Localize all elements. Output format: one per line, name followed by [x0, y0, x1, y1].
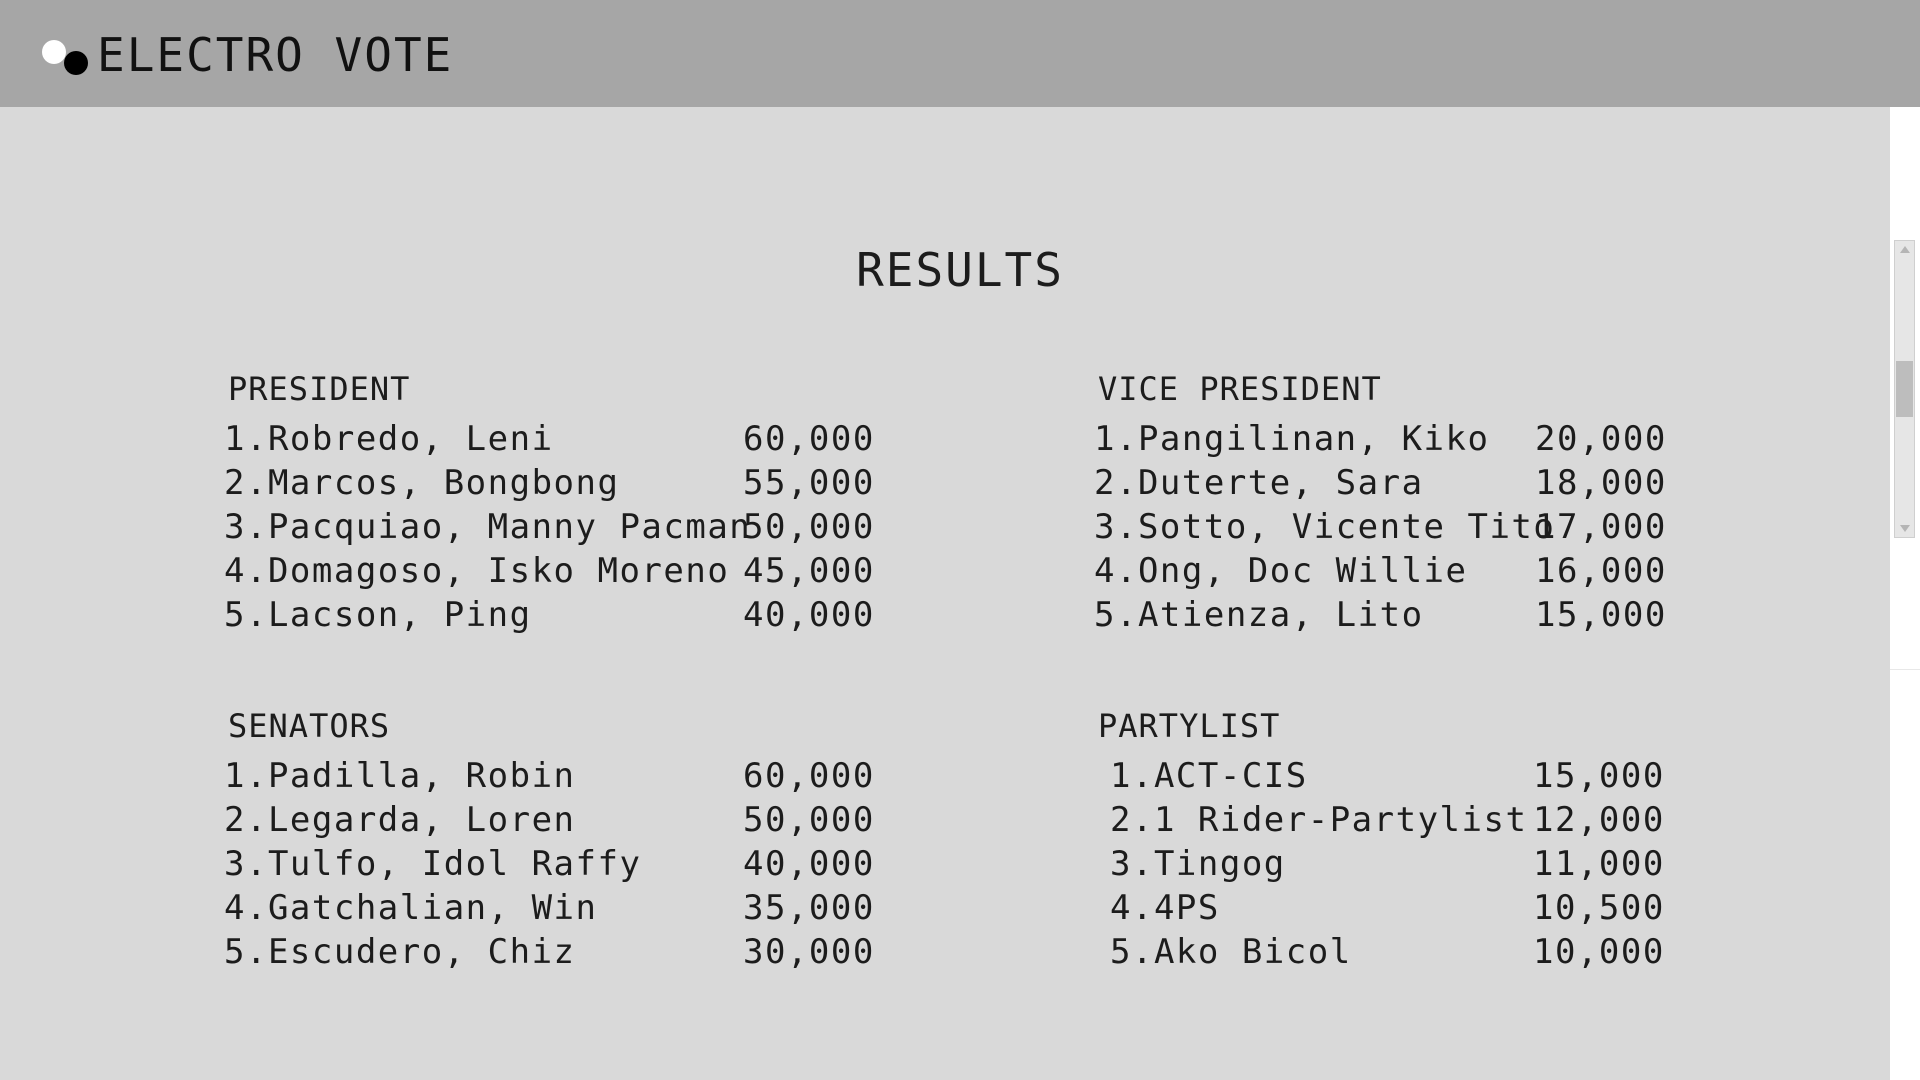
- candidate-name: 1.Pangilinan, Kiko: [1094, 419, 1490, 459]
- vote-count: 45,000: [743, 551, 875, 591]
- brand-title[interactable]: ELECTRO VOTE: [97, 25, 453, 85]
- vote-count: 10,000: [1533, 932, 1665, 972]
- result-row: 1.Pangilinan, Kiko 20,000: [1094, 417, 1794, 461]
- vice-president-results: VICE PRESIDENT 1.Pangilinan, Kiko 20,000 …: [1094, 369, 1794, 637]
- result-row: 4.Gatchalian, Win 35,000: [224, 886, 924, 930]
- vote-count: 40,000: [743, 595, 875, 635]
- vote-count: 18,000: [1535, 463, 1667, 503]
- vote-count: 50,000: [743, 800, 875, 840]
- result-row: 1.ACT-CIS 15,000: [1094, 754, 1794, 798]
- black-dot: [64, 51, 88, 75]
- result-row: 3.Sotto, Vicente Tito 17,000: [1094, 505, 1794, 549]
- section-title: PARTYLIST: [1098, 707, 1281, 745]
- partylist-name: 3.Tingog: [1110, 844, 1286, 884]
- result-row: 2.Marcos, Bongbong 55,000: [224, 461, 924, 505]
- candidate-name: 4.Domagoso, Isko Moreno: [224, 551, 730, 591]
- vote-count: 17,000: [1535, 507, 1667, 547]
- partylist-name: 5.Ako Bicol: [1110, 932, 1352, 972]
- result-row: 3.Tulfo, Idol Raffy 40,000: [224, 842, 924, 886]
- candidate-name: 5.Atienza, Lito: [1094, 595, 1424, 635]
- candidate-name: 2.Marcos, Bongbong: [224, 463, 620, 503]
- result-row: 5.Ako Bicol 10,000: [1094, 930, 1794, 974]
- vote-count: 30,000: [743, 932, 875, 972]
- section-title: SENATORS: [228, 707, 391, 745]
- candidate-name: 3.Pacquiao, Manny Pacman: [224, 507, 752, 547]
- vote-count: 15,000: [1533, 756, 1665, 796]
- vote-count: 12,000: [1533, 800, 1665, 840]
- candidate-name: 2.Duterte, Sara: [1094, 463, 1424, 503]
- two-dots-logo-icon[interactable]: [40, 38, 90, 78]
- candidate-name: 4.Gatchalian, Win: [224, 888, 598, 928]
- result-row: 2.Duterte, Sara 18,000: [1094, 461, 1794, 505]
- vote-count: 40,000: [743, 844, 875, 884]
- vote-count: 60,000: [743, 419, 875, 459]
- result-row: 3.Tingog 11,000: [1094, 842, 1794, 886]
- section-title: VICE PRESIDENT: [1098, 370, 1382, 408]
- partylist-name: 1.ACT-CIS: [1110, 756, 1308, 796]
- white-dot: [42, 40, 66, 64]
- result-row: 5.Escudero, Chiz 30,000: [224, 930, 924, 974]
- vote-count: 60,000: [743, 756, 875, 796]
- result-row: 4.4PS 10,500: [1094, 886, 1794, 930]
- result-row: 2.1 Rider-Partylist 12,000: [1094, 798, 1794, 842]
- section-title: PRESIDENT: [228, 370, 411, 408]
- candidate-name: 2.Legarda, Loren: [224, 800, 576, 840]
- result-row: 4.Ong, Doc Willie 16,000: [1094, 549, 1794, 593]
- candidate-name: 5.Escudero, Chiz: [224, 932, 576, 972]
- result-row: 1.Robredo, Leni 60,000: [224, 417, 924, 461]
- result-row: 5.Lacson, Ping 40,000: [224, 593, 924, 637]
- partylist-name: 4.4PS: [1110, 888, 1220, 928]
- senators-results: SENATORS 1.Padilla, Robin 60,000 2.Legard…: [224, 706, 924, 974]
- result-row: 2.Legarda, Loren 50,000: [224, 798, 924, 842]
- top-bar: ELECTRO VOTE: [0, 0, 1920, 107]
- page-title: RESULTS: [856, 243, 1064, 297]
- vote-count: 55,000: [743, 463, 875, 503]
- partylist-results: PARTYLIST 1.ACT-CIS 15,000 2.1 Rider-Part…: [1094, 706, 1794, 974]
- president-results: PRESIDENT 1.Robredo, Leni 60,000 2.Marcos…: [224, 369, 924, 637]
- candidate-name: 5.Lacson, Ping: [224, 595, 532, 635]
- candidate-name: 3.Tulfo, Idol Raffy: [224, 844, 642, 884]
- result-row: 4.Domagoso, Isko Moreno 45,000: [224, 549, 924, 593]
- vote-count: 10,500: [1533, 888, 1665, 928]
- vote-count: 20,000: [1535, 419, 1667, 459]
- candidate-name: 1.Robredo, Leni: [224, 419, 554, 459]
- partylist-name: 2.1 Rider-Partylist: [1110, 800, 1528, 840]
- right-side-lower-panel: [1890, 669, 1920, 1080]
- candidate-name: 4.Ong, Doc Willie: [1094, 551, 1468, 591]
- vote-count: 11,000: [1533, 844, 1665, 884]
- result-row: 5.Atienza, Lito 15,000: [1094, 593, 1794, 637]
- candidate-name: 1.Padilla, Robin: [224, 756, 576, 796]
- vote-count: 15,000: [1535, 595, 1667, 635]
- candidate-name: 3.Sotto, Vicente Tito: [1094, 507, 1556, 547]
- vote-count: 50,000: [743, 507, 875, 547]
- vote-count: 16,000: [1535, 551, 1667, 591]
- result-row: 1.Padilla, Robin 60,000: [224, 754, 924, 798]
- scroll-down-arrow-icon[interactable]: [1900, 525, 1910, 532]
- result-row: 3.Pacquiao, Manny Pacman 50,000: [224, 505, 924, 549]
- vote-count: 35,000: [743, 888, 875, 928]
- scroll-thumb[interactable]: [1896, 361, 1913, 417]
